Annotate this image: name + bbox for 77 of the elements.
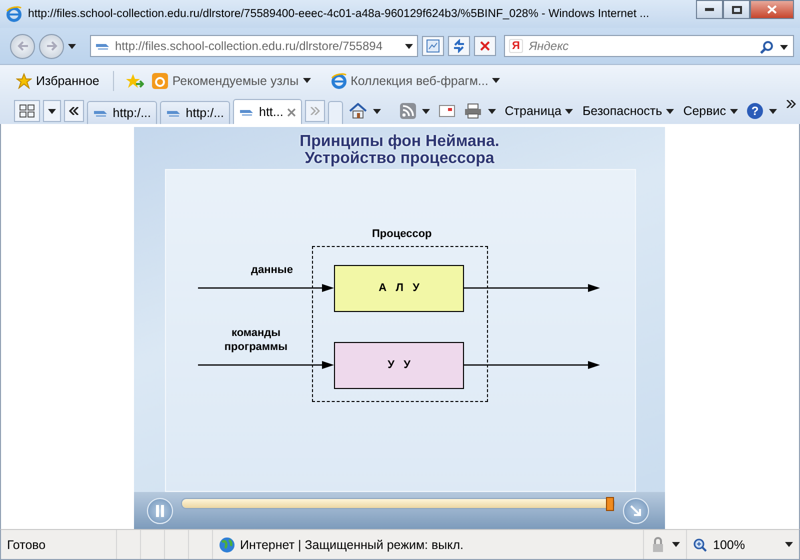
grid-icon [19,104,35,118]
slide-subtitle: Устройство процессора [304,150,494,167]
processor-label: Процессор [372,228,432,240]
browser-tab[interactable]: htt... [233,99,302,124]
maximize-icon [732,6,742,14]
stop-icon [479,40,491,52]
control-unit-block: У У [334,342,464,389]
quick-tabs-button[interactable] [14,100,40,122]
command-menu[interactable]: Страница [504,104,574,118]
zoom-level[interactable]: 100% [713,538,745,552]
close-tab-icon[interactable] [287,108,296,116]
maximize-button[interactable] [723,0,750,19]
dropdown-caret-icon[interactable] [769,108,777,114]
window-title: http://files.school-collection.edu.ru/dlrstore/75589400-eeec-4c01-a48a-960129f624b3/%5BINF_028% - Windows Internet ... [28,8,650,20]
dropdown-caret-icon[interactable] [48,108,56,114]
double-chevron-right-icon [310,107,320,115]
minimize-button[interactable] [696,0,723,19]
slide-title: Принципы фон Неймана. [300,133,500,150]
alu-block: А Л У [334,264,464,312]
dropdown-caret-icon[interactable] [565,108,574,114]
close-icon [767,5,777,14]
progress-track[interactable] [181,498,615,510]
ie-logo-icon [330,72,347,88]
command-menu[interactable]: Безопасность [582,104,674,118]
command-menu[interactable]: Сервис [683,104,738,118]
help-button[interactable]: ? [747,103,763,119]
zoom-icon[interactable] [693,538,707,552]
dropdown-caret-icon[interactable] [672,542,680,547]
stop-button[interactable] [474,36,496,56]
dropdown-caret-icon[interactable] [780,44,788,50]
more-chevron-icon[interactable] [786,100,796,108]
search-engine-logo: Я [509,39,523,53]
ie-logo-icon [6,6,22,22]
search-icon[interactable] [760,40,774,54]
dropdown-caret-icon[interactable] [730,108,738,114]
address-field[interactable]: http://files.school-collection.edu.ru/dlrstore/755894 [90,35,418,57]
back-arrow-icon [16,41,28,51]
browser-tab[interactable]: http:/... [160,101,230,124]
star-icon [16,72,32,88]
close-button[interactable] [750,0,794,19]
favorites-bar-item[interactable]: Коллекция веб-фрагм... [328,70,502,90]
history-caret-icon[interactable] [68,44,76,48]
forward-arrow-icon [46,41,58,51]
dropdown-caret-icon[interactable] [492,78,500,83]
dropdown-caret-icon[interactable] [302,78,311,83]
add-favorite-icon[interactable] [126,72,144,88]
input-label: команды программы [223,326,289,354]
pause-button[interactable] [147,498,173,524]
browser-tab[interactable]: http:/... [87,101,157,124]
minimize-icon [705,8,714,11]
dropdown-caret-icon[interactable] [488,108,496,114]
favorites-bar-item[interactable]: Рекомендуемые узлы [150,70,313,90]
progress-thumb[interactable] [606,497,614,512]
compatibility-button[interactable] [422,36,444,56]
home-icon[interactable] [348,103,367,119]
globe-icon [219,536,235,552]
pause-icon [155,504,165,517]
rss-feed-icon[interactable] [400,103,416,119]
favorites-button[interactable]: Избранное [14,70,102,90]
mail-icon[interactable] [438,105,455,117]
diagonal-arrow-icon [630,504,642,517]
status-text: Готово [7,538,46,552]
double-chevron-left-icon [69,107,79,115]
printer-icon[interactable] [464,103,482,119]
next-button[interactable] [623,498,649,524]
suggested-sites-icon [152,72,168,88]
security-zone-text: Интернет | Защищенный режим: выкл. [240,538,464,552]
refresh-icon [452,39,466,53]
scroll-tabs-left-button[interactable] [64,100,84,122]
input-label: данные [250,262,294,277]
dropdown-caret-icon[interactable] [666,108,674,114]
dropdown-caret-icon[interactable] [372,108,381,114]
dropdown-caret-icon[interactable] [785,542,793,547]
dropdown-caret-icon[interactable] [422,108,430,114]
tab-list-button[interactable] [43,100,61,122]
dropdown-caret-icon[interactable] [405,44,413,48]
refresh-button[interactable] [448,36,470,56]
